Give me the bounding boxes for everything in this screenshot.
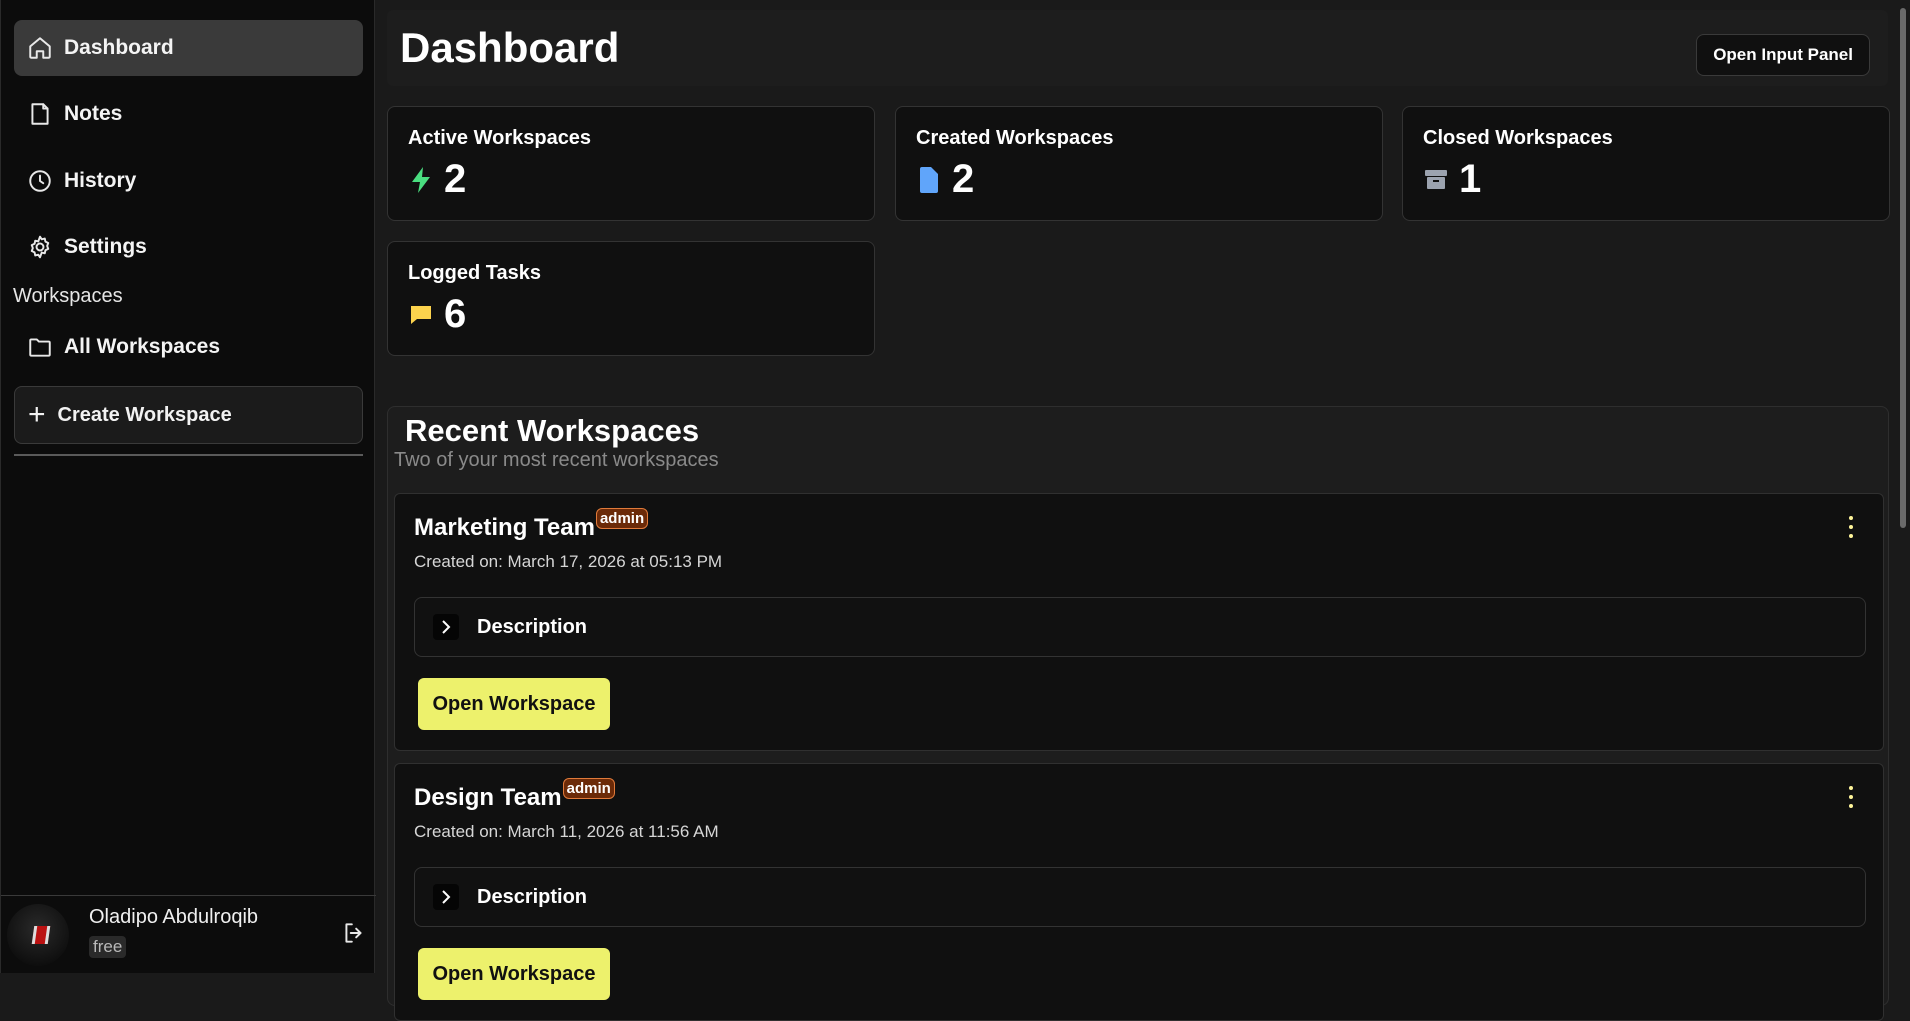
gear-icon: [26, 233, 54, 261]
plan-badge: free: [89, 936, 127, 958]
stat-value: 1: [1459, 157, 1482, 201]
message-icon: [408, 300, 434, 330]
stat-card-created-workspaces: Created Workspaces 2: [895, 106, 1383, 221]
workspace-name: Design Team admin: [414, 778, 615, 812]
stat-value: 2: [952, 157, 975, 201]
recent-workspaces-title: Recent Workspaces: [405, 413, 700, 448]
sidebar-item-notes[interactable]: Notes: [14, 86, 363, 142]
sidebar: Dashboard Notes History Settings Workspa…: [0, 0, 376, 973]
workspace-name: Marketing Team admin: [414, 508, 649, 542]
user-profile: Oladipo Abdulroqib free: [1, 895, 376, 973]
workspace-name-text: Marketing Team: [414, 514, 595, 541]
sidebar-item-all-workspaces[interactable]: All Workspaces: [14, 319, 363, 375]
open-workspace-button[interactable]: Open Workspace: [418, 678, 610, 730]
bolt-icon: [408, 165, 434, 195]
sidebar-item-label: History: [64, 169, 137, 192]
sidebar-item-label: Notes: [64, 102, 123, 125]
sidebar-item-label: Settings: [64, 235, 147, 258]
sidebar-item-label: Dashboard: [64, 36, 174, 59]
sidebar-item-settings[interactable]: Settings: [14, 219, 363, 275]
home-icon: [26, 34, 54, 62]
role-badge: admin: [595, 508, 649, 529]
open-input-panel-button[interactable]: Open Input Panel: [1696, 34, 1870, 76]
stat-card-logged-tasks: Logged Tasks 6: [387, 241, 875, 356]
more-options-icon[interactable]: [1841, 784, 1861, 810]
stat-label: Closed Workspaces: [1423, 127, 1613, 149]
description-label: Description: [477, 885, 588, 908]
create-workspace-label: Create Workspace: [57, 403, 232, 426]
chevron-right-icon: [433, 884, 459, 910]
stat-label: Active Workspaces: [408, 127, 592, 149]
scrollbar[interactable]: [1900, 8, 1906, 528]
avatar[interactable]: [7, 904, 69, 966]
chevron-right-icon: [433, 614, 459, 640]
recent-workspaces-panel: Recent Workspaces Two of your most recen…: [387, 406, 1889, 1021]
workspaces-section-label: Workspaces: [13, 285, 123, 307]
sidebar-item-label: All Workspaces: [64, 335, 221, 358]
workspace-name-text: Design Team: [414, 784, 562, 811]
archive-icon: [1423, 165, 1449, 195]
page-title: Dashboard: [400, 24, 620, 71]
more-options-icon[interactable]: [1841, 514, 1861, 540]
stat-card-closed-workspaces: Closed Workspaces 1: [1402, 106, 1890, 221]
user-name: Oladipo Abdulroqib: [89, 906, 259, 928]
stat-label: Created Workspaces: [916, 127, 1114, 149]
logout-icon[interactable]: [341, 920, 369, 948]
role-badge: admin: [562, 778, 615, 799]
open-workspace-button[interactable]: Open Workspace: [418, 948, 610, 1000]
description-accordion[interactable]: Description: [414, 597, 1866, 657]
workspace-card: Design Team admin Created on: March 11, …: [394, 763, 1884, 1021]
stat-card-active-workspaces: Active Workspaces 2: [387, 106, 875, 221]
folder-icon: [26, 333, 54, 361]
note-icon: [26, 100, 54, 128]
description-label: Description: [477, 615, 588, 638]
plus-icon: +: [28, 398, 46, 431]
sidebar-divider: [14, 454, 363, 456]
recent-workspaces-subtitle: Two of your most recent workspaces: [394, 449, 719, 471]
file-icon: [916, 165, 942, 195]
description-accordion[interactable]: Description: [414, 867, 1866, 927]
stat-value: 6: [444, 292, 467, 336]
clock-icon: [26, 167, 54, 195]
stat-value: 2: [444, 157, 467, 201]
sidebar-item-dashboard[interactable]: Dashboard: [14, 20, 363, 76]
create-workspace-button[interactable]: + Create Workspace: [14, 386, 363, 444]
page-header: Dashboard Open Input Panel: [387, 10, 1888, 86]
workspace-created-date: Created on: March 11, 2026 at 11:56 AM: [414, 822, 719, 841]
sidebar-item-history[interactable]: History: [14, 153, 363, 209]
stat-label: Logged Tasks: [408, 262, 541, 284]
workspace-created-date: Created on: March 17, 2026 at 05:13 PM: [414, 552, 723, 571]
workspace-card: Marketing Team admin Created on: March 1…: [394, 493, 1884, 751]
